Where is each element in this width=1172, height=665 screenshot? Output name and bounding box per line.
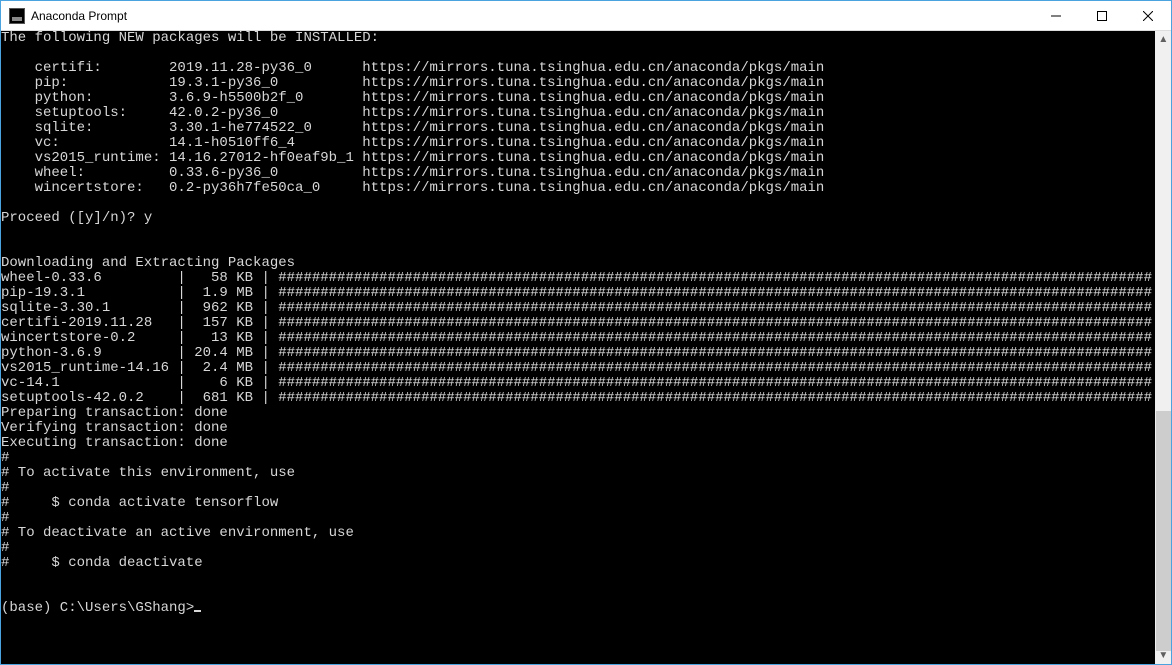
app-icon <box>9 8 25 24</box>
window: Anaconda Prompt The following NEW packag… <box>0 0 1172 665</box>
minimize-button[interactable] <box>1033 1 1079 31</box>
terminal-output[interactable]: The following NEW packages will be INSTA… <box>1 31 1155 664</box>
maximize-button[interactable] <box>1079 1 1125 31</box>
scroll-down-button[interactable]: ▼ <box>1155 647 1172 664</box>
scroll-thumb[interactable] <box>1156 411 1171 651</box>
titlebar[interactable]: Anaconda Prompt <box>1 1 1171 31</box>
client-area: The following NEW packages will be INSTA… <box>1 31 1171 664</box>
window-title: Anaconda Prompt <box>31 9 127 23</box>
cursor <box>194 610 201 612</box>
scrollbar[interactable]: ▲ ▼ <box>1155 31 1171 664</box>
close-button[interactable] <box>1125 1 1171 31</box>
prompt: (base) C:\Users\GShang> <box>1 600 194 616</box>
scroll-up-button[interactable]: ▲ <box>1155 31 1172 48</box>
